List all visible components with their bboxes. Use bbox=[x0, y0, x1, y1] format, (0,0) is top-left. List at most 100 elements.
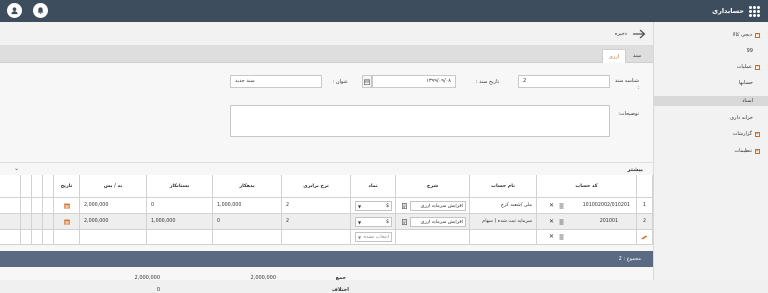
row-spacer bbox=[43, 214, 54, 230]
list-icon[interactable] bbox=[559, 203, 564, 209]
symbol-select[interactable]: انتخاب نشده ▼ bbox=[355, 232, 392, 242]
account-name-cell[interactable] bbox=[470, 230, 537, 245]
row-spacer bbox=[43, 198, 54, 214]
sum-credit-total: 2,000,000 bbox=[134, 275, 160, 281]
more-section: بیشتر ⌄ bbox=[0, 162, 653, 174]
main-content: ذخیره سند ارزی شناسه سند : 2 تاریخ سند :… bbox=[0, 22, 653, 293]
rate-cell[interactable] bbox=[282, 230, 351, 245]
description-label: توضیحات: bbox=[618, 111, 639, 117]
list-icon[interactable] bbox=[559, 234, 564, 240]
tab-currency[interactable]: ارزی bbox=[602, 49, 626, 63]
row-spacer bbox=[43, 230, 54, 245]
description-cell[interactable]: افزایش سرمایه ارزی bbox=[396, 198, 470, 214]
row-number: 2 bbox=[637, 214, 653, 230]
sidebar-item-label: حسابها bbox=[738, 80, 753, 86]
sidebar-item-accounts[interactable]: حسابها bbox=[653, 78, 768, 88]
tab-document[interactable]: سند bbox=[627, 49, 647, 63]
account-code: 101002002/010201 bbox=[582, 203, 630, 208]
pencil-icon[interactable] bbox=[641, 235, 648, 240]
account-code-cell[interactable]: ✕ bbox=[537, 230, 637, 245]
doc-date-label: تاریخ سند : bbox=[475, 79, 499, 85]
account-code: 201001 bbox=[599, 219, 618, 224]
row-spacer bbox=[0, 230, 21, 245]
date-picker-button[interactable] bbox=[362, 75, 372, 88]
doc-number-field[interactable]: 2 bbox=[518, 75, 610, 88]
calendar-icon[interactable] bbox=[63, 203, 70, 209]
difference-label: اختلاف bbox=[332, 287, 349, 293]
balance-cell: 2,000,000 bbox=[80, 214, 147, 230]
sidebar-item-99[interactable]: 99 bbox=[653, 46, 768, 56]
apps-grid-icon[interactable] bbox=[749, 5, 760, 17]
row-spacer bbox=[21, 198, 32, 214]
rate-cell[interactable]: 2 bbox=[282, 198, 351, 214]
account-code-cell[interactable]: 101002002/010201 ✕ bbox=[537, 198, 637, 214]
notification-button[interactable] bbox=[33, 3, 48, 18]
table-header-spacer bbox=[43, 175, 54, 198]
date-cell[interactable] bbox=[54, 198, 80, 214]
date-cell[interactable] bbox=[54, 230, 80, 245]
symbol-select[interactable]: $ ▼ bbox=[355, 217, 392, 227]
app-brand[interactable]: حسابداری bbox=[712, 0, 760, 22]
description-input[interactable]: افزایش سرمایه ارزی bbox=[410, 201, 466, 211]
table-header-account-name: نام حساب bbox=[470, 175, 537, 198]
edit-row-cell[interactable] bbox=[637, 230, 653, 245]
sidebar-item-company[interactable]: - دیجی کالا bbox=[653, 30, 768, 40]
table-header-spacer bbox=[0, 175, 21, 198]
table-header-date: تاریخ bbox=[54, 175, 80, 198]
table-header-spacer bbox=[21, 175, 32, 198]
collapse-icon[interactable]: - bbox=[755, 64, 760, 70]
summary-bar: مجموع : 2 bbox=[0, 251, 653, 267]
note-icon[interactable] bbox=[402, 203, 407, 209]
title-field[interactable]: سند جدید bbox=[230, 75, 322, 88]
sidebar: - دیجی کالا 99 - عملیات حسابها اسناد خزا… bbox=[653, 22, 768, 280]
sidebar-item-documents[interactable]: اسناد bbox=[653, 96, 768, 106]
symbol-cell[interactable]: $ ▼ bbox=[351, 198, 396, 214]
sidebar-item-reports[interactable]: + گزارشات bbox=[653, 129, 768, 139]
remove-icon[interactable]: ✕ bbox=[549, 202, 554, 209]
debit-cell[interactable]: 1,000,000 bbox=[213, 198, 282, 214]
collapse-icon[interactable]: - bbox=[755, 32, 760, 38]
more-label[interactable]: بیشتر bbox=[627, 167, 643, 173]
remove-icon[interactable]: ✕ bbox=[549, 218, 554, 225]
expand-icon[interactable]: + bbox=[755, 131, 760, 137]
credit-cell[interactable] bbox=[147, 230, 213, 245]
debit-cell[interactable]: 0 bbox=[213, 214, 282, 230]
table-header-rownum bbox=[637, 175, 653, 198]
credit-cell[interactable]: 0 bbox=[147, 198, 213, 214]
chevron-down-icon[interactable]: ⌄ bbox=[14, 165, 19, 172]
list-icon[interactable] bbox=[559, 219, 564, 225]
sidebar-item-label: تنظیمات bbox=[734, 148, 752, 154]
note-icon[interactable] bbox=[402, 219, 407, 225]
symbol-cell[interactable]: $ ▼ bbox=[351, 214, 396, 230]
description-input[interactable]: افزایش سرمایه ارزی bbox=[410, 217, 466, 227]
balance-cell: 2,000,000 bbox=[80, 198, 147, 214]
description-cell[interactable]: افزایش سرمایه ارزی bbox=[396, 214, 470, 230]
sum-debit-total: 2,000,000 bbox=[250, 275, 276, 281]
account-code-cell[interactable]: 201001 ✕ bbox=[537, 214, 637, 230]
sidebar-item-operations[interactable]: - عملیات bbox=[653, 62, 768, 72]
sidebar-item-treasury[interactable]: خزانه داری bbox=[653, 113, 768, 123]
expand-icon[interactable]: + bbox=[755, 148, 760, 154]
sidebar-item-label: دیجی کالا bbox=[732, 32, 752, 38]
row-spacer bbox=[0, 214, 21, 230]
calendar-icon[interactable] bbox=[63, 219, 70, 225]
debit-cell[interactable] bbox=[213, 230, 282, 245]
date-cell[interactable] bbox=[54, 214, 80, 230]
credit-cell[interactable]: 1,000,000 bbox=[147, 214, 213, 230]
description-cell[interactable] bbox=[396, 230, 470, 245]
rate-cell[interactable]: 2 bbox=[282, 214, 351, 230]
sidebar-item-label: 99 bbox=[746, 48, 753, 54]
account-name: ملی /شعبه کرج bbox=[470, 198, 537, 214]
app-title: حسابداری bbox=[712, 7, 744, 15]
table-header-rate: نرخ برابری bbox=[282, 175, 351, 198]
symbol-cell[interactable]: انتخاب نشده ▼ bbox=[351, 230, 396, 245]
sidebar-item-settings[interactable]: + تنظیمات bbox=[653, 146, 768, 156]
description-field[interactable] bbox=[230, 105, 610, 137]
arrow-right-icon[interactable] bbox=[632, 29, 646, 39]
doc-date-field[interactable]: ۱۳۹۹/۰۹/۰۸ bbox=[372, 75, 456, 88]
table-header-spacer bbox=[32, 175, 43, 198]
remove-icon[interactable]: ✕ bbox=[549, 233, 554, 240]
save-button[interactable]: ذخیره bbox=[615, 31, 627, 37]
user-avatar[interactable] bbox=[7, 3, 22, 18]
symbol-select[interactable]: $ ▼ bbox=[355, 201, 392, 211]
